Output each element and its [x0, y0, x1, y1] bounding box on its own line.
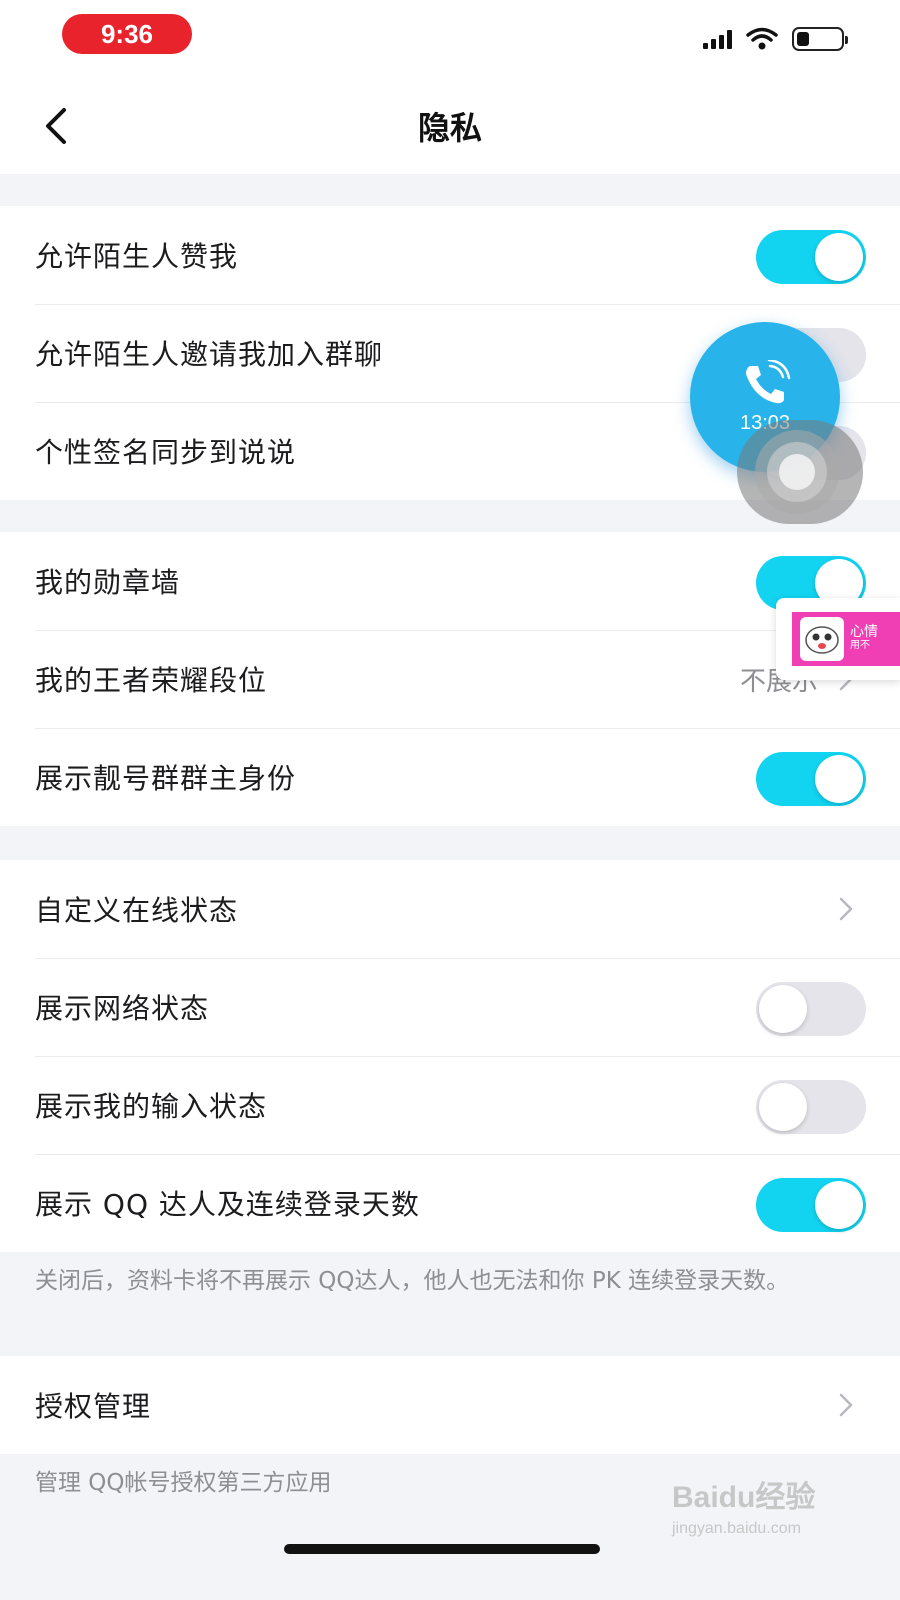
row-label: 展示我的输入状态	[35, 1090, 268, 1123]
row-label: 允许陌生人邀请我加入群聊	[35, 338, 384, 371]
nav-bar: 隐私	[0, 78, 900, 174]
settings-group-authorization: 授权管理	[0, 1356, 900, 1454]
wifi-icon	[746, 27, 778, 50]
status-bar: 9:36	[0, 0, 900, 78]
watermark-sub: jingyan.baidu.com	[672, 1520, 801, 1537]
chevron-right-icon	[839, 897, 853, 921]
emoji-face-icon	[800, 617, 844, 661]
row-typing-status: 展示我的输入状态	[0, 1056, 900, 1154]
row-label: 展示 QQ 达人及连续登录天数	[35, 1188, 420, 1221]
chevron-right-icon	[839, 1393, 853, 1417]
floating-mood-banner[interactable]: 心情 用不	[776, 598, 900, 680]
signal-icon	[703, 29, 732, 49]
row-allow-stranger-like: 允许陌生人赞我	[0, 206, 900, 304]
row-qq-expert-login-days: 展示 QQ 达人及连续登录天数	[0, 1154, 900, 1252]
row-label: 我的王者荣耀段位	[35, 664, 268, 697]
status-time[interactable]: 9:36	[62, 14, 192, 54]
toggle-group-owner-identity[interactable]	[756, 752, 866, 806]
row-network-status: 展示网络状态	[0, 958, 900, 1056]
phone-icon	[746, 359, 791, 403]
watermark-main: Baidu经验	[672, 1481, 816, 1514]
battery-icon	[792, 27, 848, 51]
row-label: 授权管理	[35, 1390, 152, 1423]
row-label: 自定义在线状态	[35, 894, 239, 927]
row-label: 展示靓号群群主身份	[35, 762, 297, 795]
mood-title: 心情	[850, 624, 878, 640]
footnote-qq-expert: 关闭后，资料卡将不再展示 QQ达人，他人也无法和你 PK 连续登录天数。	[35, 1268, 790, 1294]
toggle-typing-status[interactable]	[756, 1080, 866, 1134]
row-medal-wall: 我的勋章墙	[0, 532, 900, 630]
home-indicator[interactable]	[284, 1544, 600, 1554]
settings-group-status: 自定义在线状态 展示网络状态 展示我的输入状态 展示 QQ 达人及连续登录天数	[0, 860, 900, 1252]
toggle-allow-stranger-like[interactable]	[756, 230, 866, 284]
row-label: 我的勋章墙	[35, 566, 181, 599]
assistive-touch-button[interactable]	[737, 420, 863, 524]
row-group-owner-identity: 展示靓号群群主身份	[0, 728, 900, 826]
baidu-watermark: Baidu经验 jingyan.baidu.com	[672, 1472, 815, 1538]
row-honor-of-kings-rank[interactable]: 我的王者荣耀段位 不展示	[0, 630, 900, 728]
row-label: 展示网络状态	[35, 992, 210, 1025]
row-label: 个性签名同步到说说	[35, 436, 297, 469]
row-label: 允许陌生人赞我	[35, 240, 239, 273]
page-title: 隐私	[417, 109, 482, 147]
status-icons	[703, 24, 848, 54]
row-custom-online-status[interactable]: 自定义在线状态	[0, 860, 900, 958]
row-authorization-management[interactable]: 授权管理	[0, 1356, 900, 1454]
toggle-qq-expert-login-days[interactable]	[756, 1178, 866, 1232]
settings-group-profile: 我的勋章墙 我的王者荣耀段位 不展示 展示靓号群群主身份	[0, 532, 900, 826]
mood-subtitle: 用不	[850, 640, 870, 651]
toggle-network-status[interactable]	[756, 982, 866, 1036]
